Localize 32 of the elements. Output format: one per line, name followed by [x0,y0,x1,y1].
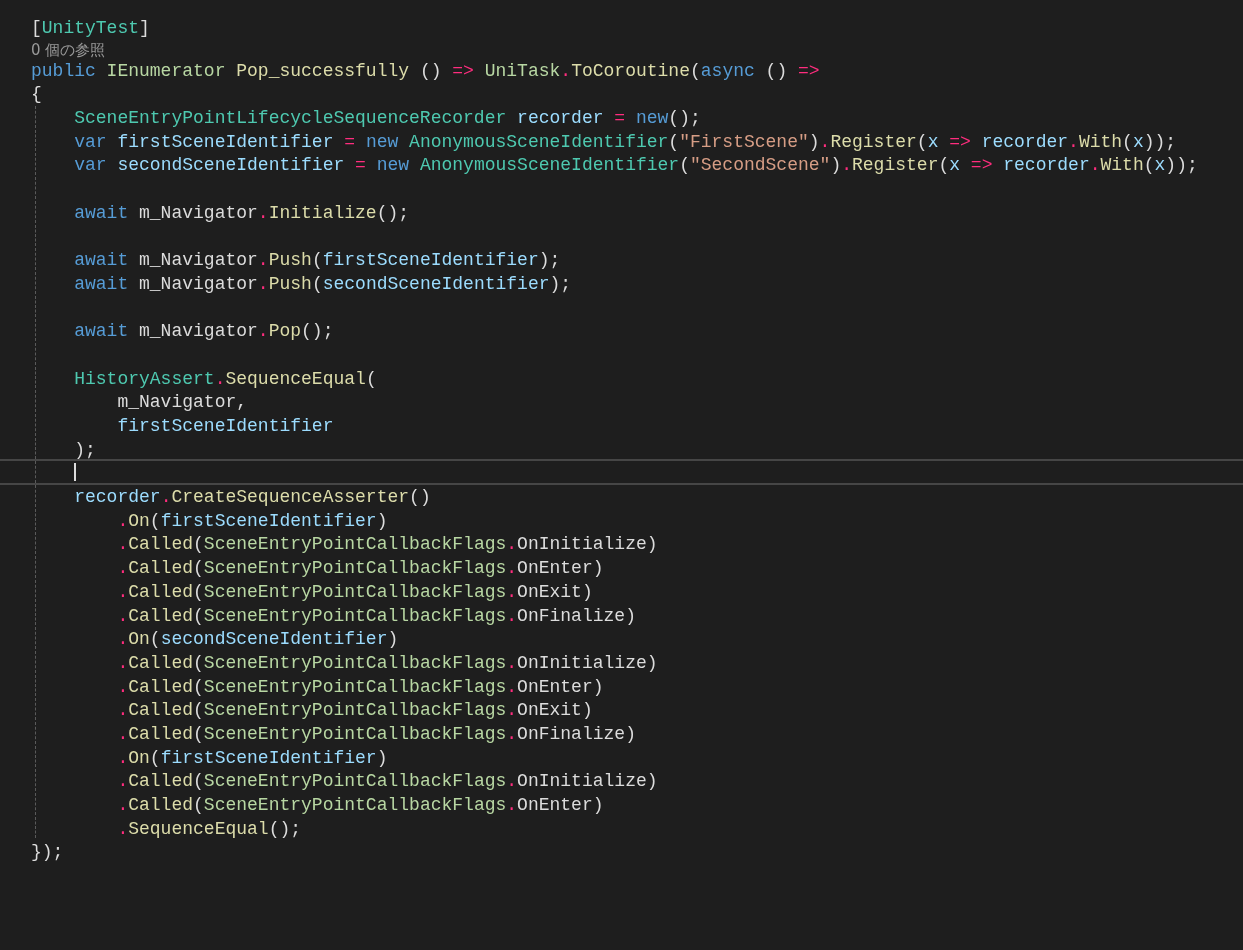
code-line: .SequenceEqual(); [116,818,302,839]
code-line: m_Navigator, [116,392,248,413]
code-line: .Called(SceneEntryPointCallbackFlags.OnExit) [116,700,593,721]
code-line: public IEnumerator Pop_successfully () => UniTask.ToCoroutine(async () => [31,60,820,81]
code-line: firstSceneIdentifier [116,416,334,436]
text-caret [74,463,76,482]
code-line: .Called(SceneEntryPointCallbackFlags.OnExit) [116,581,593,602]
code-line: HistoryAssert.SequenceEqual( [73,368,377,389]
code-line: ); [73,439,96,460]
code-line: await m_Navigator.Push(secondSceneIdentifier); [73,273,572,294]
code-line: await m_Navigator.Pop(); [73,321,334,342]
code-line: .Called(SceneEntryPointCallbackFlags.OnEnter) [116,676,604,697]
code-line: await m_Navigator.Initialize(); [73,202,410,223]
code-line: .On(firstSceneIdentifier) [116,747,388,768]
reference-count-link[interactable]: 0 個の参照 [31,40,106,59]
code-line: .Called(SceneEntryPointCallbackFlags.OnFinalize) [116,723,636,744]
code-line: .Called(SceneEntryPointCallbackFlags.OnFinalize) [116,605,636,626]
code-line: SceneEntryPointLifecycleSequenceRecorder recorder = new(); [73,108,701,129]
code-line: [UnityTest] [31,18,150,38]
code-line: .On(secondSceneIdentifier) [116,629,399,650]
code-line: await m_Navigator.Push(firstSceneIdentifier); [73,250,561,271]
code-line: .Called(SceneEntryPointCallbackFlags.OnEnter) [116,558,604,579]
code-line: recorder.CreateSequenceAsserter() [73,487,431,508]
code-line: var firstSceneIdentifier = new AnonymousSceneIdentifier("FirstScene").Register(x => recorder.With(x)); [73,131,1177,152]
code-line: .Called(SceneEntryPointCallbackFlags.OnInitialize) [116,771,658,792]
code-line: var secondSceneIdentifier = new AnonymousSceneIdentifier("SecondScene").Register(x => recorder.With(x)); [73,155,1198,176]
code-line: .Called(SceneEntryPointCallbackFlags.OnInitialize) [116,652,658,673]
code-line: .Called(SceneEntryPointCallbackFlags.OnEnter) [116,795,604,815]
code-line: .Called(SceneEntryPointCallbackFlags.OnInitialize) [116,534,658,555]
code-line: }); [31,842,64,863]
code-line: .On(firstSceneIdentifier) [116,510,388,531]
code-line: { [31,84,42,105]
